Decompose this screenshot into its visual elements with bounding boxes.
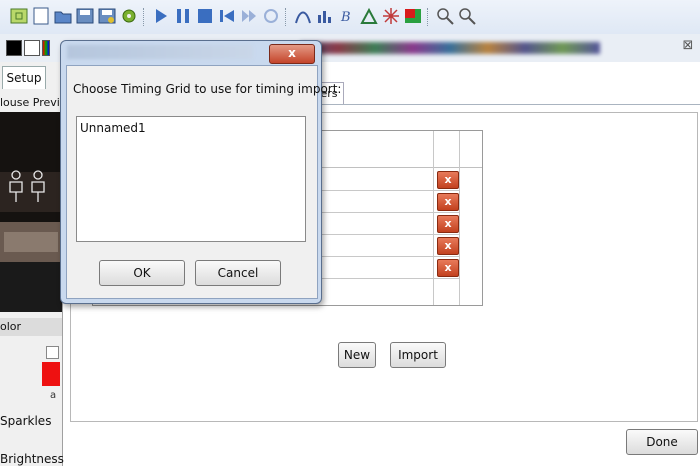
- rgb-swatch[interactable]: [42, 40, 50, 56]
- color-checkbox[interactable]: [46, 346, 59, 359]
- sparkles-label: Sparkles: [0, 414, 52, 428]
- stop-icon[interactable]: [194, 5, 216, 27]
- house-icon[interactable]: [358, 5, 380, 27]
- brightness-label: Brightness: [0, 452, 64, 466]
- text-effect-icon[interactable]: B: [336, 5, 358, 27]
- delete-row-button[interactable]: x: [437, 259, 459, 277]
- tab-setup[interactable]: Setup: [2, 66, 46, 89]
- new-button[interactable]: New: [338, 342, 376, 368]
- house-preview-image: [0, 112, 62, 312]
- modal-prompt: Choose Timing Grid to use for timing imp…: [73, 82, 342, 96]
- import-button[interactable]: Import: [390, 342, 446, 368]
- modal-title-bar: [67, 45, 253, 59]
- modal-close-button[interactable]: x: [269, 44, 315, 64]
- rewind-icon[interactable]: [216, 5, 238, 27]
- timing-grid-listbox[interactable]: Unnamed1: [76, 116, 306, 242]
- color-swatch-red[interactable]: [42, 362, 60, 386]
- cancel-button[interactable]: Cancel: [195, 260, 281, 286]
- house-preview-label: louse Previ: [0, 96, 60, 109]
- zoom-in-icon[interactable]: [434, 5, 456, 27]
- grid-icon[interactable]: [8, 5, 30, 27]
- bars-icon[interactable]: [314, 5, 336, 27]
- left-panel: Setup louse Previ olor a Sparkles Bright…: [0, 62, 64, 466]
- settings-icon[interactable]: [118, 5, 140, 27]
- svg-text:B: B: [340, 10, 351, 25]
- fast-forward-icon[interactable]: [238, 5, 260, 27]
- blurred-title: [300, 42, 600, 54]
- color-section-label: olor: [0, 318, 62, 336]
- play-icon[interactable]: [150, 5, 172, 27]
- delete-row-button[interactable]: x: [437, 237, 459, 255]
- delete-row-button[interactable]: x: [437, 171, 459, 189]
- new-icon[interactable]: [30, 5, 52, 27]
- pause-icon[interactable]: [172, 5, 194, 27]
- zoom-out-icon[interactable]: [456, 5, 478, 27]
- color-spin-value: a: [50, 390, 57, 401]
- refresh-icon[interactable]: [260, 5, 282, 27]
- delete-row-button[interactable]: x: [437, 215, 459, 233]
- open-icon[interactable]: [52, 5, 74, 27]
- save-as-icon[interactable]: [96, 5, 118, 27]
- done-button[interactable]: Done: [626, 429, 698, 455]
- choose-timing-grid-modal: x Choose Timing Grid to use for timing i…: [60, 40, 341, 304]
- modal-body: Choose Timing Grid to use for timing imp…: [66, 65, 341, 299]
- main-toolbar: B: [0, 0, 700, 35]
- ok-button[interactable]: OK: [99, 260, 185, 286]
- color-icon[interactable]: [402, 5, 424, 27]
- save-icon[interactable]: [74, 5, 96, 27]
- white-swatch[interactable]: [24, 40, 40, 56]
- sparkle-icon[interactable]: [380, 5, 402, 27]
- window-close-icon[interactable]: ⊠: [680, 38, 696, 54]
- delete-row-button[interactable]: x: [437, 193, 459, 211]
- curve-icon[interactable]: [292, 5, 314, 27]
- black-swatch[interactable]: [6, 40, 22, 56]
- list-item[interactable]: Unnamed1: [80, 121, 146, 135]
